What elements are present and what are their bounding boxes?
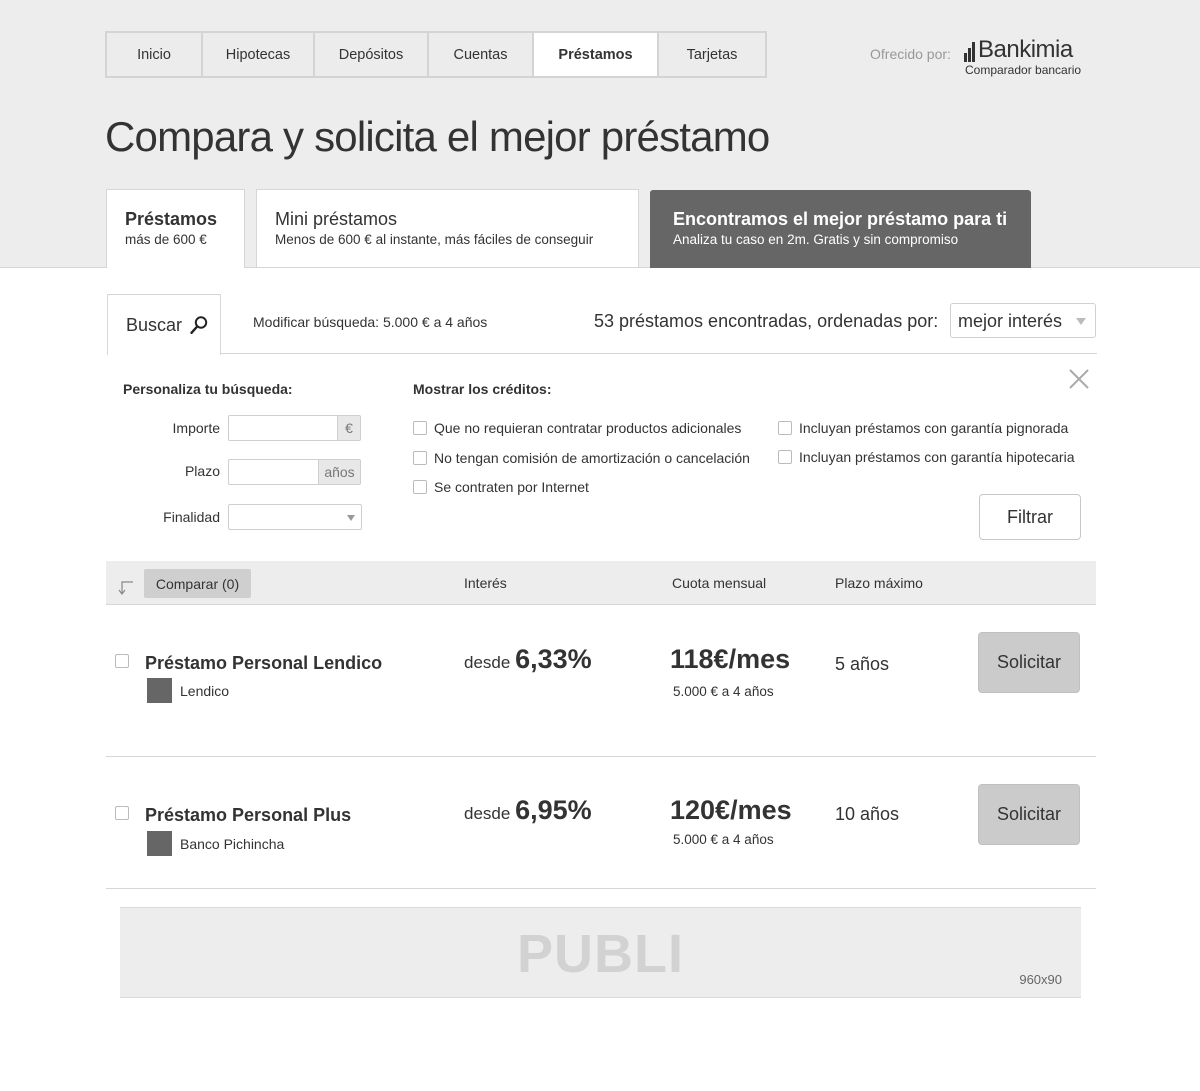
checkbox-box[interactable] <box>413 421 427 435</box>
finalidad-label: Finalidad <box>163 509 220 525</box>
header-interest[interactable]: Interés <box>464 575 507 591</box>
checkbox-hipotecaria[interactable]: Incluyan préstamos con garantía hipoteca… <box>778 449 1075 465</box>
checkbox-label: Incluyan préstamos con garantía hipoteca… <box>799 449 1075 465</box>
tab-best-loan-subtitle: Analiza tu caso en 2m. Gratis y sin comp… <box>673 232 959 247</box>
ad-size: 960x90 <box>1019 972 1062 987</box>
checkbox-label: Que no requieran contratar productos adi… <box>434 420 742 436</box>
page-title: Compara y solicita el mejor préstamo <box>105 113 770 160</box>
plazo-label: Plazo <box>184 463 220 479</box>
monthly-quota: 118€/mes <box>670 644 791 674</box>
rate-value: 6,33% <box>515 644 592 674</box>
rate-value: 6,95% <box>515 795 592 825</box>
tab-mini-prestamos[interactable]: Mini préstamos Menos de 600 € al instant… <box>256 189 639 267</box>
nav-item-cuentas[interactable]: Cuentas <box>429 33 534 76</box>
checkbox-box[interactable] <box>413 451 427 465</box>
ad-label: PUBLI <box>517 924 684 984</box>
bank-logo <box>147 831 172 856</box>
header-quota[interactable]: Cuota mensual <box>672 575 766 591</box>
apply-button[interactable]: Solicitar <box>978 784 1080 845</box>
interest-rate: desde 6,95% <box>464 795 592 826</box>
bank-logo <box>147 678 172 703</box>
search-tab-label: Buscar <box>126 314 183 335</box>
header-term[interactable]: Plazo máximo <box>835 575 923 591</box>
tab-prestamos-subtitle: más de 600 € <box>125 232 207 247</box>
plazo-value <box>229 460 318 484</box>
checkbox-box[interactable] <box>778 450 792 464</box>
checkbox-pignorada[interactable]: Incluyan préstamos con garantía pignorad… <box>778 420 1068 436</box>
sort-select-value: mejor interés <box>958 311 1063 331</box>
anos-addon: años <box>318 460 360 484</box>
tab-prestamos-title: Préstamos <box>125 209 218 229</box>
brand-subtitle: Comparador bancario <box>965 63 1082 77</box>
apply-button[interactable]: Solicitar <box>978 632 1080 693</box>
close-icon[interactable] <box>1068 368 1090 390</box>
modify-search-value: 5.000 € a 4 años <box>382 314 488 330</box>
modify-search-label: Modificar búsqueda: <box>253 314 380 330</box>
search-divider <box>107 353 1097 354</box>
max-term: 5 años <box>835 654 890 674</box>
interest-rate: desde 6,33% <box>464 644 592 675</box>
product-name[interactable]: Préstamo Personal Plus <box>145 805 351 826</box>
rate-prefix: desde <box>464 653 511 672</box>
sort-select[interactable]: mejor interés <box>950 303 1096 338</box>
checkbox-label: No tengan comisión de amortización o can… <box>434 450 750 466</box>
offered-by-label: Ofrecido por: <box>870 46 951 62</box>
brand-logo[interactable]: Bankimia <box>964 38 1073 62</box>
finalidad-value <box>229 505 361 529</box>
row-compare-checkbox[interactable] <box>115 654 129 668</box>
quota-detail: 5.000 € a 4 años <box>673 832 774 847</box>
table-header: Comparar (0) Interés Cuota mensual Plazo… <box>106 561 1096 605</box>
finalidad-select[interactable] <box>228 504 362 530</box>
bankimia-bars-icon <box>964 40 976 62</box>
bank-name: Lendico <box>180 683 230 699</box>
tab-mini-prestamos-title: Mini préstamos <box>275 209 398 229</box>
chevron-down-icon <box>347 515 355 521</box>
quota-detail: 5.000 € a 4 años <box>673 684 774 699</box>
checkbox-internet[interactable]: Se contraten por Internet <box>413 479 589 495</box>
row-compare-checkbox[interactable] <box>115 806 129 820</box>
table-row: Préstamo Personal Lendico Lendico desde … <box>106 605 1096 757</box>
ad-banner[interactable]: PUBLI 960x90 <box>120 907 1081 998</box>
euro-addon: € <box>337 416 360 440</box>
search-icon <box>190 316 208 334</box>
checkbox-box[interactable] <box>778 421 792 435</box>
chevron-down-icon <box>1076 318 1086 325</box>
nav-item-prestamos[interactable]: Préstamos <box>534 33 659 76</box>
show-credits-title: Mostrar los créditos: <box>413 381 552 397</box>
tab-mini-prestamos-subtitle: Menos de 600 € al instante, más fáciles … <box>275 232 594 247</box>
tab-best-loan-title: Encontramos el mejor préstamo para ti <box>673 209 1008 229</box>
checkbox-label: Incluyan préstamos con garantía pignorad… <box>799 420 1069 436</box>
monthly-quota: 120€/mes <box>670 795 792 825</box>
importe-value <box>229 416 337 440</box>
checkbox-no-additional-products[interactable]: Que no requieran contratar productos adi… <box>413 420 741 436</box>
search-tab[interactable]: Buscar <box>107 294 221 355</box>
importe-label: Importe <box>172 420 220 436</box>
nav-item-tarjetas[interactable]: Tarjetas <box>659 33 765 76</box>
results-count: 53 préstamos encontradas, ordenadas por: <box>594 311 939 331</box>
filters-title: Personaliza tu búsqueda: <box>123 381 293 397</box>
product-name[interactable]: Préstamo Personal Lendico <box>145 653 382 674</box>
modify-search[interactable]: Modificar búsqueda: 5.000 € a 4 años <box>253 314 487 330</box>
importe-field[interactable]: € <box>228 415 361 441</box>
tab-prestamos[interactable]: Préstamos más de 600 € <box>106 189 245 268</box>
main-nav: Inicio Hipotecas Depósitos Cuentas Prést… <box>105 31 767 78</box>
compare-button[interactable]: Comparar (0) <box>144 569 251 598</box>
tab-best-loan[interactable]: Encontramos el mejor préstamo para ti An… <box>650 190 1031 268</box>
bank-name: Banco Pichincha <box>180 836 285 852</box>
brand-name: Bankimia <box>978 36 1073 63</box>
plazo-field[interactable]: años <box>228 459 361 485</box>
table-row: Préstamo Personal Plus Banco Pichincha d… <box>106 757 1096 889</box>
rate-prefix: desde <box>464 804 511 823</box>
brand-block: Ofrecido por: Bankimia Comparador bancar… <box>870 38 1086 80</box>
checkbox-no-commission[interactable]: No tengan comisión de amortización o can… <box>413 450 750 466</box>
filter-button[interactable]: Filtrar <box>979 494 1081 540</box>
checkbox-label: Se contraten por Internet <box>434 479 589 495</box>
max-term: 10 años <box>835 804 900 824</box>
nav-item-depositos[interactable]: Depósitos <box>315 33 429 76</box>
nav-item-inicio[interactable]: Inicio <box>107 33 203 76</box>
nav-item-hipotecas[interactable]: Hipotecas <box>203 33 315 76</box>
checkbox-box[interactable] <box>413 480 427 494</box>
corner-arrow-icon <box>118 581 133 595</box>
